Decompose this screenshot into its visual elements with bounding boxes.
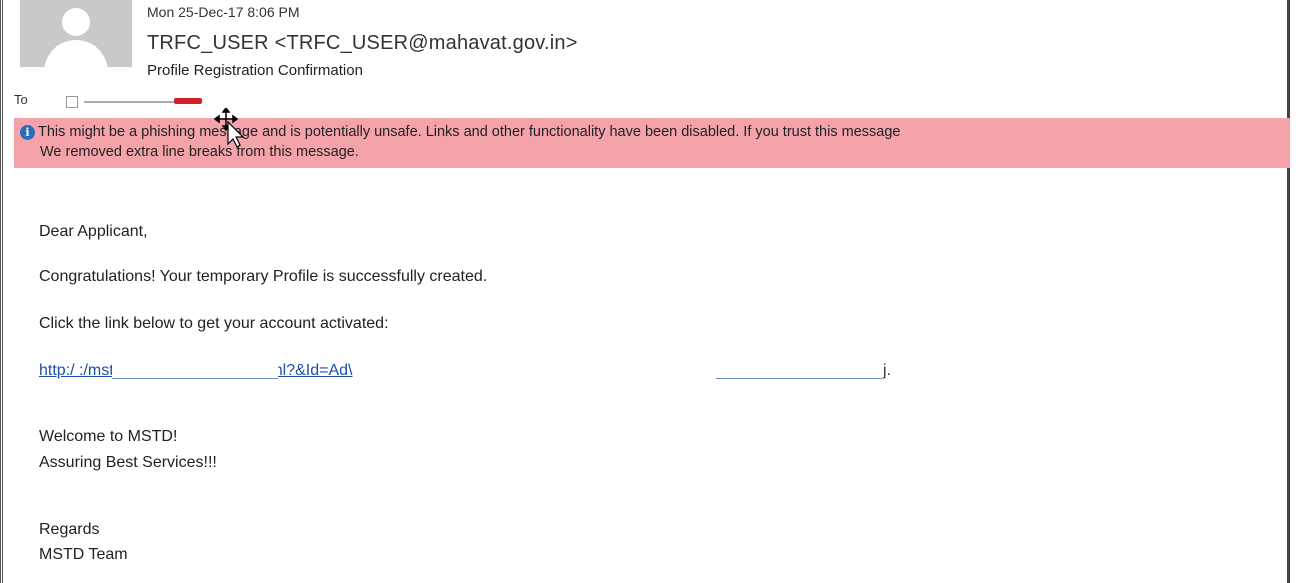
recipient-redacted: [84, 101, 184, 103]
team-signature: MSTD Team: [39, 546, 128, 563]
regards-text: Regards: [39, 521, 100, 538]
greeting: Dear Applicant,: [39, 223, 148, 240]
recipient-redacted-mark: [174, 98, 202, 104]
to-label: To: [14, 92, 28, 107]
welcome-text: Welcome to MSTD!: [39, 428, 178, 445]
phishing-warning-banner[interactable]: i This might be a phishing message and is…: [14, 118, 1290, 168]
warning-line-1: i This might be a phishing message and is…: [20, 122, 1290, 142]
message-subject: Profile Registration Confirmation: [147, 62, 363, 79]
link-redaction-1: [112, 360, 278, 382]
move-cursor-icon: [214, 108, 244, 148]
avatar-shoulders: [44, 40, 108, 67]
line-breaks-notice: We removed extra line breaks from this m…: [40, 144, 359, 160]
instruction-text: Click the link below to get your account…: [39, 315, 389, 332]
congrats-text: Congratulations! Your temporary Profile …: [39, 268, 488, 285]
sender-address[interactable]: TRFC_USER <TRFC_USER@mahavat.gov.in>: [147, 32, 578, 55]
recipient-checkbox[interactable]: [66, 96, 78, 108]
email-reading-pane: [0, 0, 1290, 583]
avatar-head: [62, 8, 90, 36]
message-date: Mon 25-Dec-17 8:06 PM: [147, 4, 300, 20]
sender-avatar-icon: [20, 0, 132, 67]
warning-text: This might be a phishing message and is …: [38, 124, 901, 140]
link-redaction-2: [716, 360, 882, 382]
tagline-text: Assuring Best Services!!!: [39, 454, 217, 471]
info-icon: i: [20, 124, 35, 140]
recipient-field[interactable]: [66, 94, 206, 108]
link-tail: j.: [883, 362, 891, 379]
